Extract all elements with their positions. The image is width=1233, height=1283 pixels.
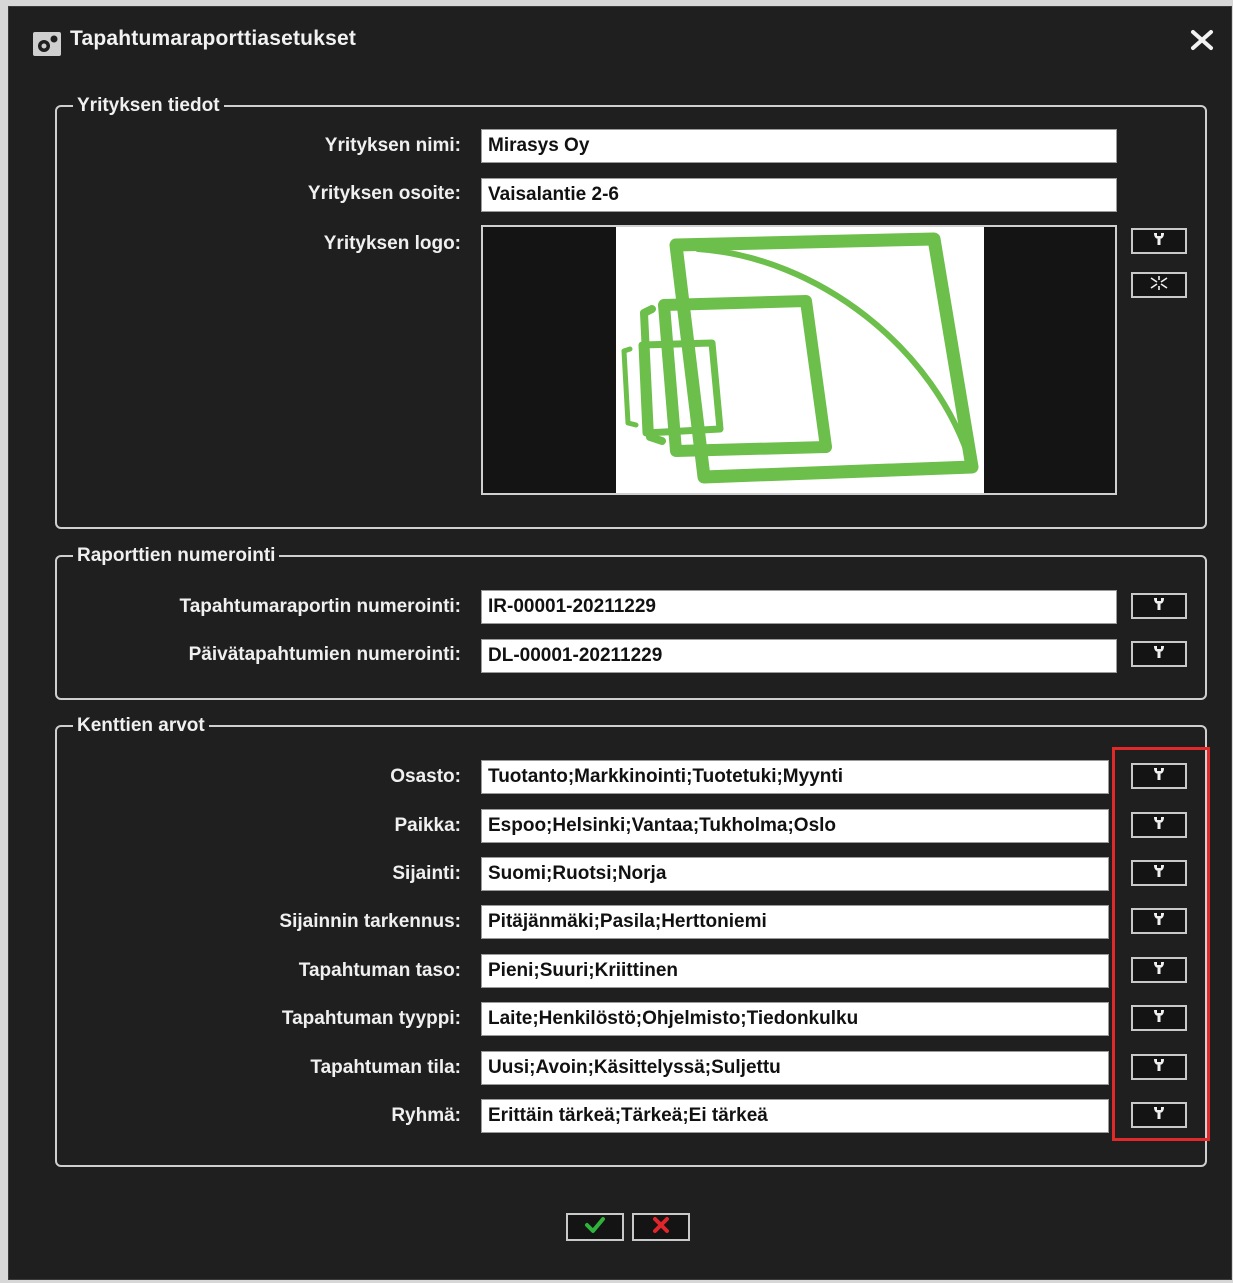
company-logo-label: Yrityksen logo: bbox=[323, 233, 461, 254]
logo-edit-button[interactable] bbox=[1131, 228, 1187, 254]
incident-type-edit-button[interactable] bbox=[1131, 1005, 1187, 1031]
field-value-label: Tapahtuman taso: bbox=[298, 960, 461, 981]
location-detail-field[interactable]: Pitäjänmäki;Pasila;Herttoniemi bbox=[481, 905, 1109, 939]
department-edit-button[interactable] bbox=[1131, 763, 1187, 789]
field-value-label: Sijainti: bbox=[392, 863, 461, 884]
field-value-label: Sijainnin tarkennus: bbox=[279, 911, 461, 932]
logo-clear-button[interactable] bbox=[1131, 272, 1187, 298]
location-detail-edit-button[interactable] bbox=[1131, 908, 1187, 934]
wrench-icon bbox=[1152, 1105, 1166, 1126]
settings-dialog: Tapahtumaraporttiasetukset Yrityksen tie… bbox=[8, 6, 1232, 1280]
incident-numbering-edit-button[interactable] bbox=[1131, 593, 1187, 619]
incident-type-field[interactable]: Laite;Henkilöstö;Ohjelmisto;Tiedonkulku bbox=[481, 1002, 1109, 1036]
close-icon[interactable] bbox=[1189, 27, 1215, 53]
ok-button[interactable] bbox=[566, 1213, 624, 1241]
numbering-row-label: Tapahtumaraportin numerointi: bbox=[179, 596, 461, 617]
incident-level-field[interactable]: Pieni;Suuri;Kriittinen bbox=[481, 954, 1109, 988]
place-field[interactable]: Espoo;Helsinki;Vantaa;Tukholma;Oslo bbox=[481, 809, 1109, 843]
cross-icon bbox=[651, 1216, 671, 1239]
dialog-title: Tapahtumaraporttiasetukset bbox=[70, 27, 357, 50]
wrench-icon bbox=[1152, 863, 1166, 884]
field-value-label: Osasto: bbox=[390, 766, 461, 787]
company-address-field[interactable]: Vaisalantie 2-6 bbox=[481, 178, 1117, 212]
incident-status-field[interactable]: Uusi;Avoin;Käsittelyssä;Suljettu bbox=[481, 1051, 1109, 1085]
cancel-button[interactable] bbox=[632, 1213, 690, 1241]
incident-report-numbering-field[interactable]: IR-00001-20211229 bbox=[481, 590, 1117, 624]
field-value-label: Tapahtuman tila: bbox=[310, 1057, 461, 1078]
wrench-icon bbox=[1152, 231, 1166, 252]
place-edit-button[interactable] bbox=[1131, 812, 1187, 838]
wrench-icon bbox=[1152, 815, 1166, 836]
wrench-icon bbox=[1152, 1057, 1166, 1078]
group-field[interactable]: Erittäin tärkeä;Tärkeä;Ei tärkeä bbox=[481, 1099, 1109, 1133]
company-address-label: Yrityksen osoite: bbox=[307, 183, 461, 204]
company-logo-image bbox=[616, 227, 984, 493]
clear-icon bbox=[1148, 275, 1170, 296]
incident-level-edit-button[interactable] bbox=[1131, 957, 1187, 983]
field-value-label: Ryhmä: bbox=[391, 1105, 461, 1126]
wrench-icon bbox=[1152, 911, 1166, 932]
wrench-icon bbox=[1152, 766, 1166, 787]
daily-log-numbering-edit-button[interactable] bbox=[1131, 641, 1187, 667]
company-name-field[interactable]: Mirasys Oy bbox=[481, 129, 1117, 163]
field-values-legend: Kenttien arvot bbox=[77, 715, 205, 736]
location-field[interactable]: Suomi;Ruotsi;Norja bbox=[481, 857, 1109, 891]
wrench-icon bbox=[1152, 960, 1166, 981]
group-edit-button[interactable] bbox=[1131, 1102, 1187, 1128]
daily-log-numbering-field[interactable]: DL-00001-20211229 bbox=[481, 639, 1117, 673]
numbering-row-label: Päivätapahtumien numerointi: bbox=[188, 644, 461, 665]
title-bar: Tapahtumaraporttiasetukset bbox=[9, 7, 1231, 71]
location-edit-button[interactable] bbox=[1131, 860, 1187, 886]
settings-icon bbox=[33, 32, 61, 56]
wrench-icon bbox=[1152, 596, 1166, 617]
wrench-icon bbox=[1152, 644, 1166, 665]
company-name-label: Yrityksen nimi: bbox=[324, 135, 461, 156]
field-value-label: Tapahtuman tyyppi: bbox=[281, 1008, 461, 1029]
company-info-legend: Yrityksen tiedot bbox=[77, 95, 220, 116]
logo-preview bbox=[481, 225, 1117, 495]
checkmark-icon bbox=[584, 1216, 606, 1239]
report-numbering-legend: Raporttien numerointi bbox=[77, 545, 276, 566]
wrench-icon bbox=[1152, 1008, 1166, 1029]
incident-status-edit-button[interactable] bbox=[1131, 1054, 1187, 1080]
department-field[interactable]: Tuotanto;Markkinointi;Tuotetuki;Myynti bbox=[481, 760, 1109, 794]
field-value-label: Paikka: bbox=[394, 815, 461, 836]
